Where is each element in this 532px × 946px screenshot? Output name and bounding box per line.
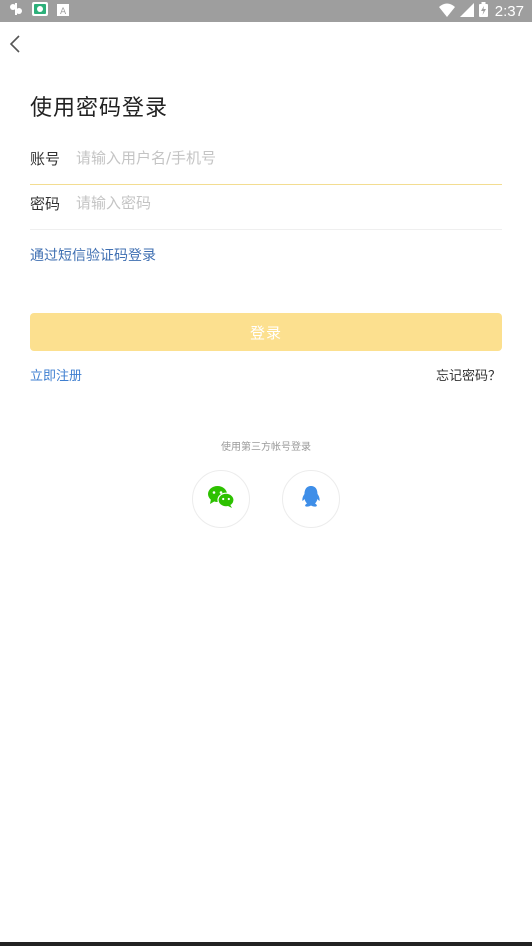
back-button[interactable] — [6, 32, 26, 56]
wechat-login-button[interactable] — [192, 470, 250, 528]
third-party-label: 使用第三方帐号登录 — [221, 442, 311, 453]
page-title: 使用密码登录 — [30, 96, 169, 121]
battery-icon — [478, 1, 488, 21]
svg-text:A: A — [60, 7, 67, 17]
wifi-icon — [438, 2, 455, 21]
account-row: 账号 — [30, 140, 502, 185]
a-app-icon: A — [56, 2, 70, 21]
login-button[interactable]: 登录 — [30, 313, 502, 351]
bottom-edge — [0, 942, 532, 946]
password-row: 密码 — [30, 185, 502, 230]
status-bar-left: A — [8, 1, 70, 21]
password-label: 密码 — [30, 195, 61, 213]
wechat-icon — [207, 485, 235, 513]
sms-login-link[interactable]: 通过短信验证码登录 — [30, 245, 156, 265]
register-link[interactable]: 立即注册 — [30, 365, 82, 384]
password-input[interactable] — [74, 187, 498, 219]
account-label: 账号 — [30, 150, 61, 168]
status-bar: A 2:37 — [0, 0, 532, 22]
notification-app-icon — [8, 1, 24, 21]
signal-icon — [459, 2, 474, 21]
store-app-icon — [32, 1, 48, 21]
forgot-password-link[interactable]: 忘记密码？ — [436, 365, 501, 384]
status-time: 2:37 — [494, 2, 524, 20]
password-underline — [30, 229, 502, 230]
status-bar-right: 2:37 — [438, 1, 524, 21]
login-button-label: 登录 — [249, 323, 282, 342]
account-input[interactable] — [74, 142, 498, 174]
back-chevron-icon — [6, 35, 26, 60]
qq-icon — [300, 485, 322, 513]
qq-login-button[interactable] — [282, 470, 340, 528]
